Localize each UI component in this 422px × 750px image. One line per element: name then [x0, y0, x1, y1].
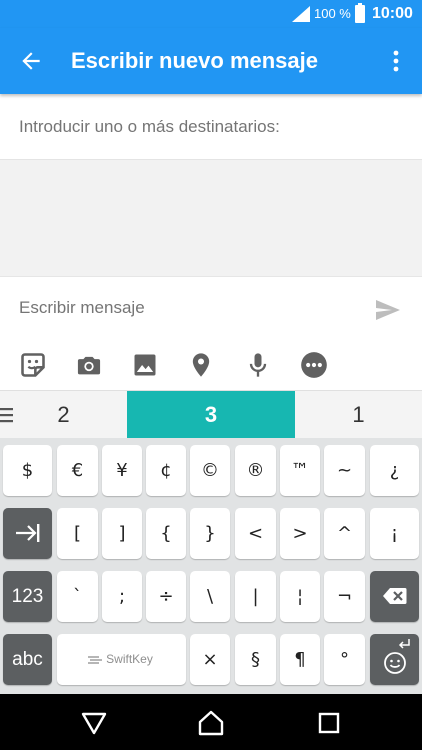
key-tilde[interactable]: ~: [324, 445, 365, 496]
key-euro[interactable]: €: [57, 445, 98, 496]
more-vert-icon[interactable]: [384, 48, 408, 74]
enter-icon: [398, 639, 410, 649]
recipients-field[interactable]: Introducir uno o más destinatarios:: [0, 94, 422, 160]
compose-area: Escribir mensaje: [0, 276, 422, 390]
key-greater-than[interactable]: >: [280, 508, 320, 559]
tab-icon: [16, 524, 40, 542]
key-not-sign[interactable]: ¬: [324, 571, 365, 622]
tab-key[interactable]: [3, 508, 52, 559]
key-caret[interactable]: ^: [324, 508, 365, 559]
key-cent[interactable]: ¢: [146, 445, 186, 496]
suggestion-bar: 2 3 1: [0, 390, 422, 439]
key-semicolon[interactable]: ;: [102, 571, 142, 622]
status-bar: 100 % 10:00: [0, 0, 422, 28]
home-icon[interactable]: [198, 710, 224, 736]
more-options-icon[interactable]: [300, 351, 328, 379]
abc-key[interactable]: abc: [3, 634, 52, 685]
key-less-than[interactable]: <: [235, 508, 276, 559]
location-icon[interactable]: [187, 351, 215, 379]
key-dollar[interactable]: $: [3, 445, 52, 496]
battery-percent: 100 %: [314, 6, 351, 21]
battery-icon: [355, 3, 365, 23]
backspace-key[interactable]: [370, 571, 419, 622]
key-close-bracket[interactable]: ]: [102, 508, 142, 559]
key-pipe[interactable]: |: [235, 571, 276, 622]
page-title: Escribir nuevo mensaje: [71, 48, 318, 73]
conversation-area: [0, 160, 422, 276]
clock: 10:00: [372, 5, 413, 22]
key-pilcrow[interactable]: ¶: [280, 634, 320, 685]
camera-icon[interactable]: [75, 351, 103, 379]
key-broken-bar[interactable]: ¦: [280, 571, 320, 622]
emoji-icon: [384, 652, 406, 674]
message-input[interactable]: Escribir mensaje: [19, 297, 145, 319]
back-arrow-icon[interactable]: [18, 48, 44, 74]
key-backtick[interactable]: `: [57, 571, 98, 622]
back-triangle-icon[interactable]: [81, 710, 107, 736]
key-section[interactable]: §: [235, 634, 276, 685]
signal-icon: [292, 6, 310, 22]
key-registered[interactable]: ®: [235, 445, 276, 496]
key-copyright[interactable]: ©: [190, 445, 230, 496]
numbers-key[interactable]: 123: [3, 571, 52, 622]
sticker-icon[interactable]: [19, 351, 47, 379]
key-multiply[interactable]: ×: [190, 634, 230, 685]
key-yen[interactable]: ¥: [102, 445, 142, 496]
space-bar[interactable]: SwiftKey: [57, 634, 186, 685]
key-open-brace[interactable]: {: [146, 508, 186, 559]
space-brand-label: SwiftKey: [106, 652, 153, 666]
key-open-bracket[interactable]: [: [57, 508, 98, 559]
image-icon[interactable]: [131, 351, 159, 379]
key-inverted-question[interactable]: ¿: [370, 445, 419, 496]
app-bar: Escribir nuevo mensaje: [0, 28, 422, 94]
key-backslash[interactable]: \: [190, 571, 230, 622]
recipients-placeholder: Introducir uno o más destinatarios:: [19, 117, 280, 136]
backspace-icon: [383, 588, 407, 604]
navigation-bar: [0, 694, 422, 750]
key-divide[interactable]: ÷: [146, 571, 186, 622]
microphone-icon[interactable]: [244, 351, 272, 379]
keyboard: $ € ¥ ¢ © ® ™ ~ ¿ [ ] { } < > ^ ¡ 123 ` …: [0, 438, 422, 694]
key-degree[interactable]: °: [324, 634, 365, 685]
key-inverted-exclamation[interactable]: ¡: [370, 508, 419, 559]
key-trademark[interactable]: ™: [280, 445, 320, 496]
recents-icon[interactable]: [316, 710, 342, 736]
suggestion-candidate-active[interactable]: 3: [127, 391, 295, 439]
send-icon[interactable]: [375, 299, 401, 321]
key-close-brace[interactable]: }: [190, 508, 230, 559]
suggestion-candidate[interactable]: 2: [0, 391, 127, 439]
enter-emoji-key[interactable]: [370, 634, 419, 685]
suggestion-candidate[interactable]: 1: [295, 391, 422, 439]
